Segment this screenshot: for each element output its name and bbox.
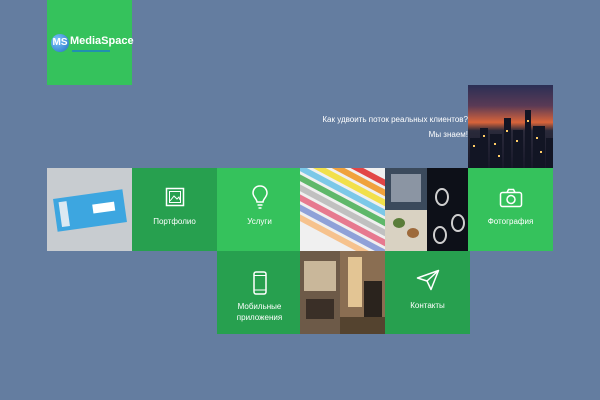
print-samples-photo: [300, 168, 385, 251]
city-night-photo: [468, 85, 553, 168]
interior-photo: [300, 251, 385, 334]
slogan: Как удвоить поток реальных клиентов? Мы …: [208, 112, 468, 142]
logo[interactable]: MS MediaSpace: [47, 0, 134, 85]
smartphone-icon: [252, 271, 267, 295]
slogan-question: Как удвоить поток реальных клиентов?: [322, 115, 468, 124]
tile-services-label: Услуги: [247, 217, 272, 226]
tile-contacts-label: Контакты: [410, 301, 445, 310]
brand-name: MediaSpace: [70, 35, 134, 47]
tile-portfolio-label: Портфолио: [153, 217, 196, 226]
tile-portfolio[interactable]: Портфолио: [132, 168, 217, 251]
business-card-photo: [47, 168, 132, 251]
tile-mobile-apps[interactable]: Мобильные приложения: [217, 251, 302, 334]
business-card: [53, 189, 127, 232]
tile-photography[interactable]: Фотография: [468, 168, 553, 251]
logo-mark-letters: MS: [52, 37, 68, 48]
image-icon: [165, 187, 184, 207]
food-jewelry-photo: [385, 168, 470, 251]
logo-underline: [72, 50, 110, 52]
tile-mobile-apps-label-line2: приложения: [236, 313, 283, 322]
slogan-answer: Мы знаем!: [428, 130, 468, 139]
tile-mobile-apps-label: Мобильные приложения: [217, 301, 302, 323]
camera-icon: [499, 188, 522, 208]
tile-mobile-apps-label-line1: Мобильные: [237, 302, 282, 311]
tile-contacts[interactable]: Контакты: [385, 251, 470, 334]
tile-services[interactable]: Услуги: [217, 168, 302, 251]
paper-plane-icon: [416, 269, 439, 291]
tile-photography-label: Фотография: [487, 217, 534, 226]
lightbulb-icon: [251, 185, 268, 209]
